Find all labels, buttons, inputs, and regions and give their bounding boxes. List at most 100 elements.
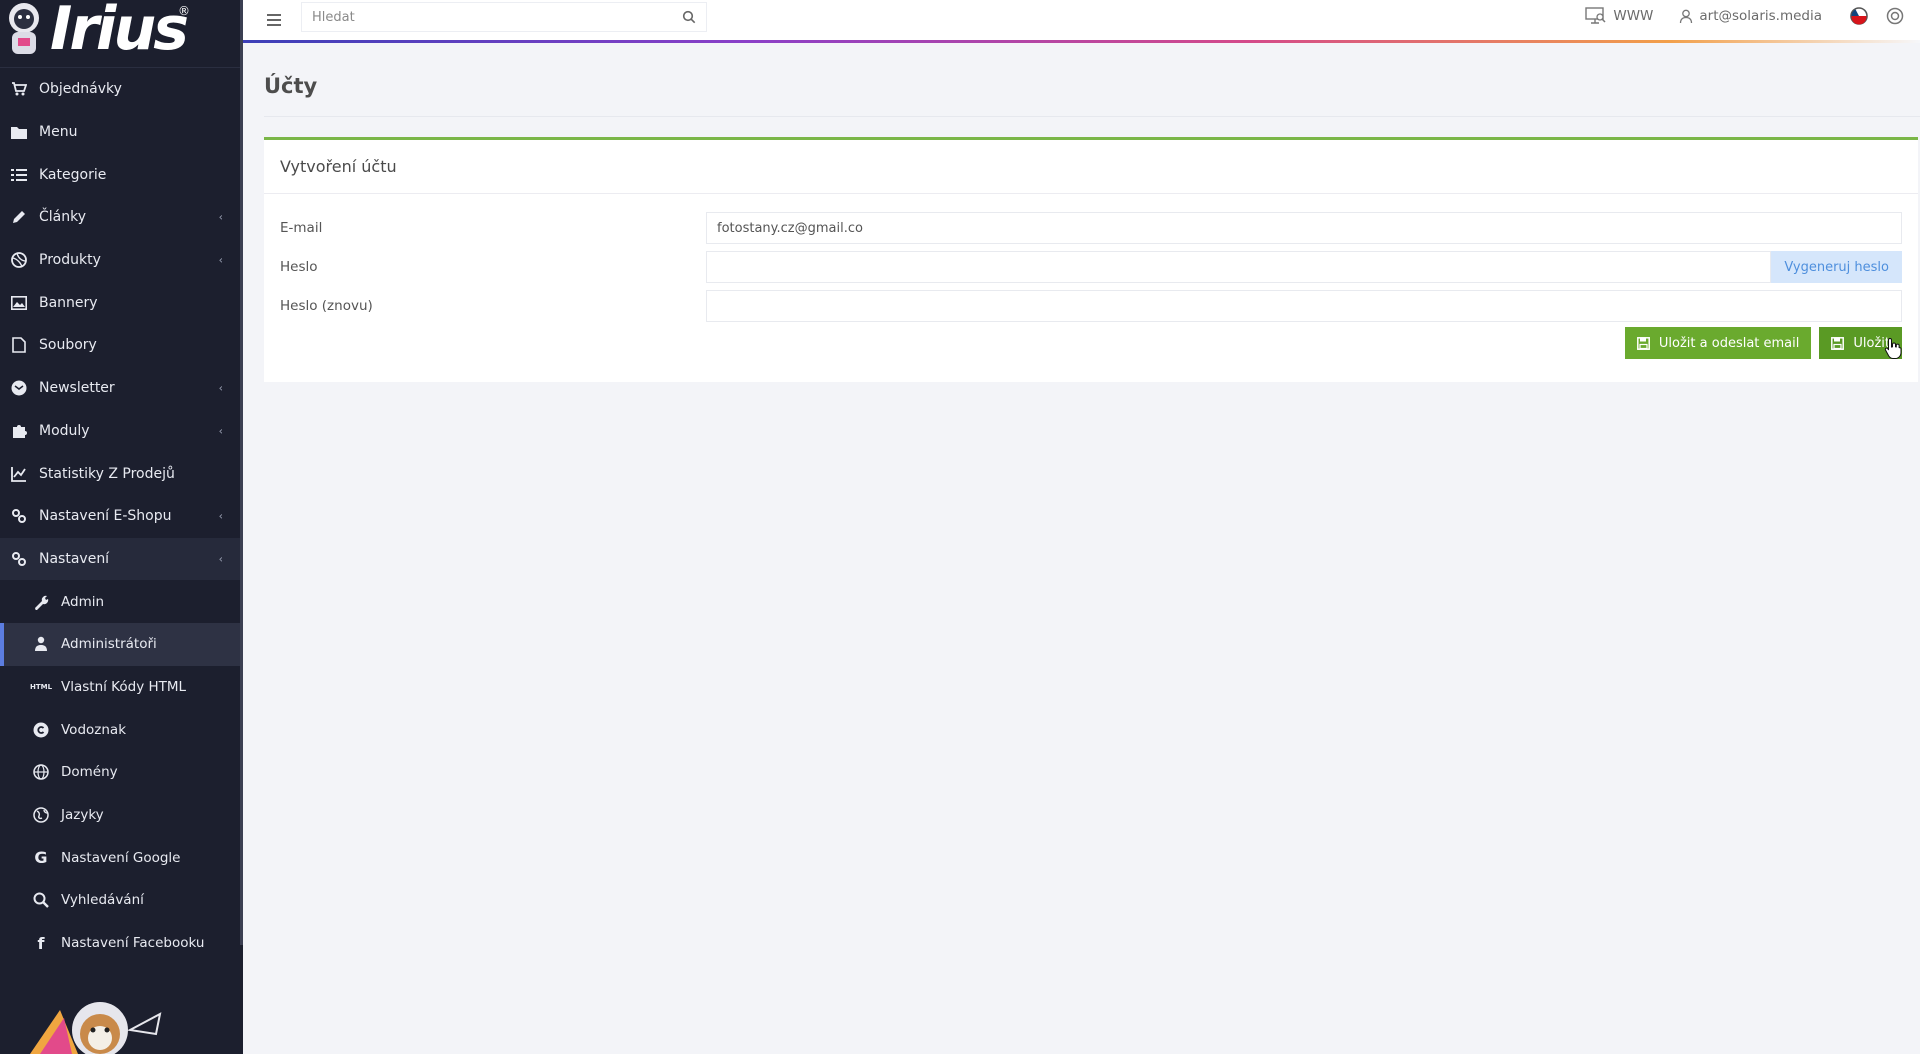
sidebar-item-label: Newsletter xyxy=(39,380,115,397)
logo[interactable]: Irius ® xyxy=(0,0,243,68)
sidebar-item-moduly[interactable]: Moduly ‹ xyxy=(0,410,243,453)
sidebar-item-label: Soubory xyxy=(39,337,97,354)
search-input[interactable] xyxy=(302,3,662,31)
registered-mark: ® xyxy=(178,4,190,18)
sidebar-item-menu[interactable]: Menu xyxy=(0,111,243,154)
sidebar-item-soubory[interactable]: Soubory xyxy=(0,324,243,367)
html-icon: HTML xyxy=(29,682,53,691)
sidebar-item-newsletter[interactable]: Newsletter ‹ xyxy=(0,367,243,410)
sidebar-subitem-vodoznak[interactable]: Vodoznak xyxy=(0,708,243,751)
password-field[interactable] xyxy=(706,251,1772,283)
sidebar-item-nastaveni[interactable]: Nastavení ‹ xyxy=(0,537,243,581)
chevron-left-icon: ‹ xyxy=(218,552,223,566)
sidebar-subitem-nastaveni-google[interactable]: G Nastavení Google xyxy=(0,836,243,879)
chart-icon xyxy=(10,465,28,483)
sidebar-subitem-label: Administrátoři xyxy=(61,636,157,653)
mascot-illustration-icon xyxy=(30,1002,162,1054)
sidebar-item-label: Menu xyxy=(39,124,78,141)
sidebar-subitem-jazyky[interactable]: Jazyky xyxy=(0,794,243,837)
cogs-icon xyxy=(10,550,28,568)
sidebar-subitem-vlastni-kody[interactable]: HTML Vlastní Kódy HTML xyxy=(0,666,243,709)
chevron-left-icon: ‹ xyxy=(218,253,223,267)
sidebar-nav: Objednávky Menu Kategorie Články ‹ Produ… xyxy=(0,68,243,964)
email-label: E-mail xyxy=(280,220,323,236)
sidebar-subitem-domeny[interactable]: Domény xyxy=(0,751,243,794)
copyright-icon xyxy=(32,721,50,739)
hand-cursor-icon xyxy=(1884,337,1902,359)
chevron-left-icon: ‹ xyxy=(218,424,223,438)
sidebar-subitem-admin[interactable]: Admin xyxy=(0,580,243,623)
sidebar-subitem-label: Admin xyxy=(61,593,105,610)
generate-password-button[interactable]: Vygeneruj heslo xyxy=(1771,251,1902,283)
ball-icon xyxy=(10,251,28,269)
email-row: E-mail xyxy=(280,212,1902,244)
sidebar-item-label: Bannery xyxy=(39,294,98,311)
hamburger-menu-icon[interactable] xyxy=(263,9,285,31)
mail-icon xyxy=(10,379,28,397)
globe-icon xyxy=(32,763,50,781)
sidebar-subitem-label: Vlastní Kódy HTML xyxy=(61,678,187,695)
sidebar-subitem-label: Nastavení Facebooku xyxy=(61,935,205,952)
sidebar-item-objednavky[interactable]: Objednávky xyxy=(0,68,243,111)
folder-icon xyxy=(10,123,28,141)
sidebar-item-statistiky[interactable]: Statistiky Z Prodejů xyxy=(0,452,243,495)
monitor-search-icon xyxy=(1585,7,1606,24)
www-label: WWW xyxy=(1613,8,1654,24)
create-account-card: Vytvoření účtu E-mail Heslo Vygeneruj he… xyxy=(264,137,1918,382)
sidebar-item-label: Články xyxy=(39,209,87,226)
user-outline-icon xyxy=(1680,9,1693,23)
cart-icon xyxy=(10,80,28,98)
form-actions: Uložit a odeslat email Uložit xyxy=(1624,327,1902,359)
sidebar-scrollbar[interactable] xyxy=(240,0,243,945)
page-title: Účty xyxy=(264,74,318,98)
www-link[interactable]: WWW xyxy=(1585,7,1653,25)
wrench-icon xyxy=(32,593,50,611)
password-again-field[interactable] xyxy=(706,290,1902,322)
sidebar-item-nastaveni-eshopu[interactable]: Nastavení E-Shopu ‹ xyxy=(0,495,243,538)
sidebar-subitem-label: Domény xyxy=(61,764,118,781)
sidebar-subitem-administratori[interactable]: Administrátoři xyxy=(0,622,243,666)
search-icon xyxy=(32,891,50,909)
card-title: Vytvoření účtu xyxy=(264,140,1918,194)
user-menu[interactable]: art@solaris.media xyxy=(1679,8,1822,24)
search-box xyxy=(301,2,707,32)
sidebar-subitem-vyhledavani[interactable]: Vyhledávání xyxy=(0,879,243,922)
logo-wordmark: Irius xyxy=(50,0,189,64)
floppy-icon xyxy=(1636,336,1650,350)
sidebar-subitem-label: Vodoznak xyxy=(61,721,127,738)
list-icon xyxy=(10,166,28,184)
chevron-left-icon: ‹ xyxy=(218,509,223,523)
sidebar-subitem-nastaveni-facebooku[interactable]: f Nastavení Facebooku xyxy=(0,922,243,965)
save-and-send-label: Uložit a odeslat email xyxy=(1658,335,1800,351)
file-icon xyxy=(10,336,28,354)
sidebar-item-label: Nastavení E-Shopu xyxy=(39,508,172,525)
sidebar-item-kategorie[interactable]: Kategorie xyxy=(0,153,243,196)
chevron-left-icon: ‹ xyxy=(218,210,223,224)
sidebar-item-label: Moduly xyxy=(39,422,90,439)
save-and-send-button[interactable]: Uložit a odeslat email xyxy=(1624,327,1812,359)
facebook-icon: f xyxy=(37,933,45,953)
image-icon xyxy=(10,294,28,312)
power-icon[interactable] xyxy=(1884,5,1906,27)
search-icon[interactable] xyxy=(682,10,696,24)
sidebar: Irius ® Objednávky Menu Kategorie Články… xyxy=(0,0,243,1054)
email-field[interactable] xyxy=(706,212,1902,244)
sidebar-item-clanky[interactable]: Články ‹ xyxy=(0,196,243,239)
astronaut-mascot-icon xyxy=(9,3,39,54)
pencil-icon xyxy=(10,208,28,226)
title-divider xyxy=(264,116,1920,117)
topbar-gradient-line xyxy=(243,40,1920,43)
password-again-label: Heslo (znovu) xyxy=(280,298,373,314)
password-again-row: Heslo (znovu) xyxy=(280,290,1902,322)
topbar-right: WWW art@solaris.media xyxy=(1585,0,1920,32)
sidebar-subitem-label: Jazyky xyxy=(61,807,104,824)
sidebar-subitem-label: Nastavení Google xyxy=(61,849,181,866)
sidebar-item-label: Objednávky xyxy=(39,81,122,98)
cogs-icon xyxy=(10,507,28,525)
sidebar-item-label: Kategorie xyxy=(39,166,107,183)
sidebar-item-bannery[interactable]: Bannery xyxy=(0,281,243,324)
google-icon: G xyxy=(34,848,48,868)
language-flag-icon[interactable] xyxy=(1848,5,1870,27)
user-email: art@solaris.media xyxy=(1699,8,1822,24)
sidebar-item-produkty[interactable]: Produkty ‹ xyxy=(0,239,243,282)
